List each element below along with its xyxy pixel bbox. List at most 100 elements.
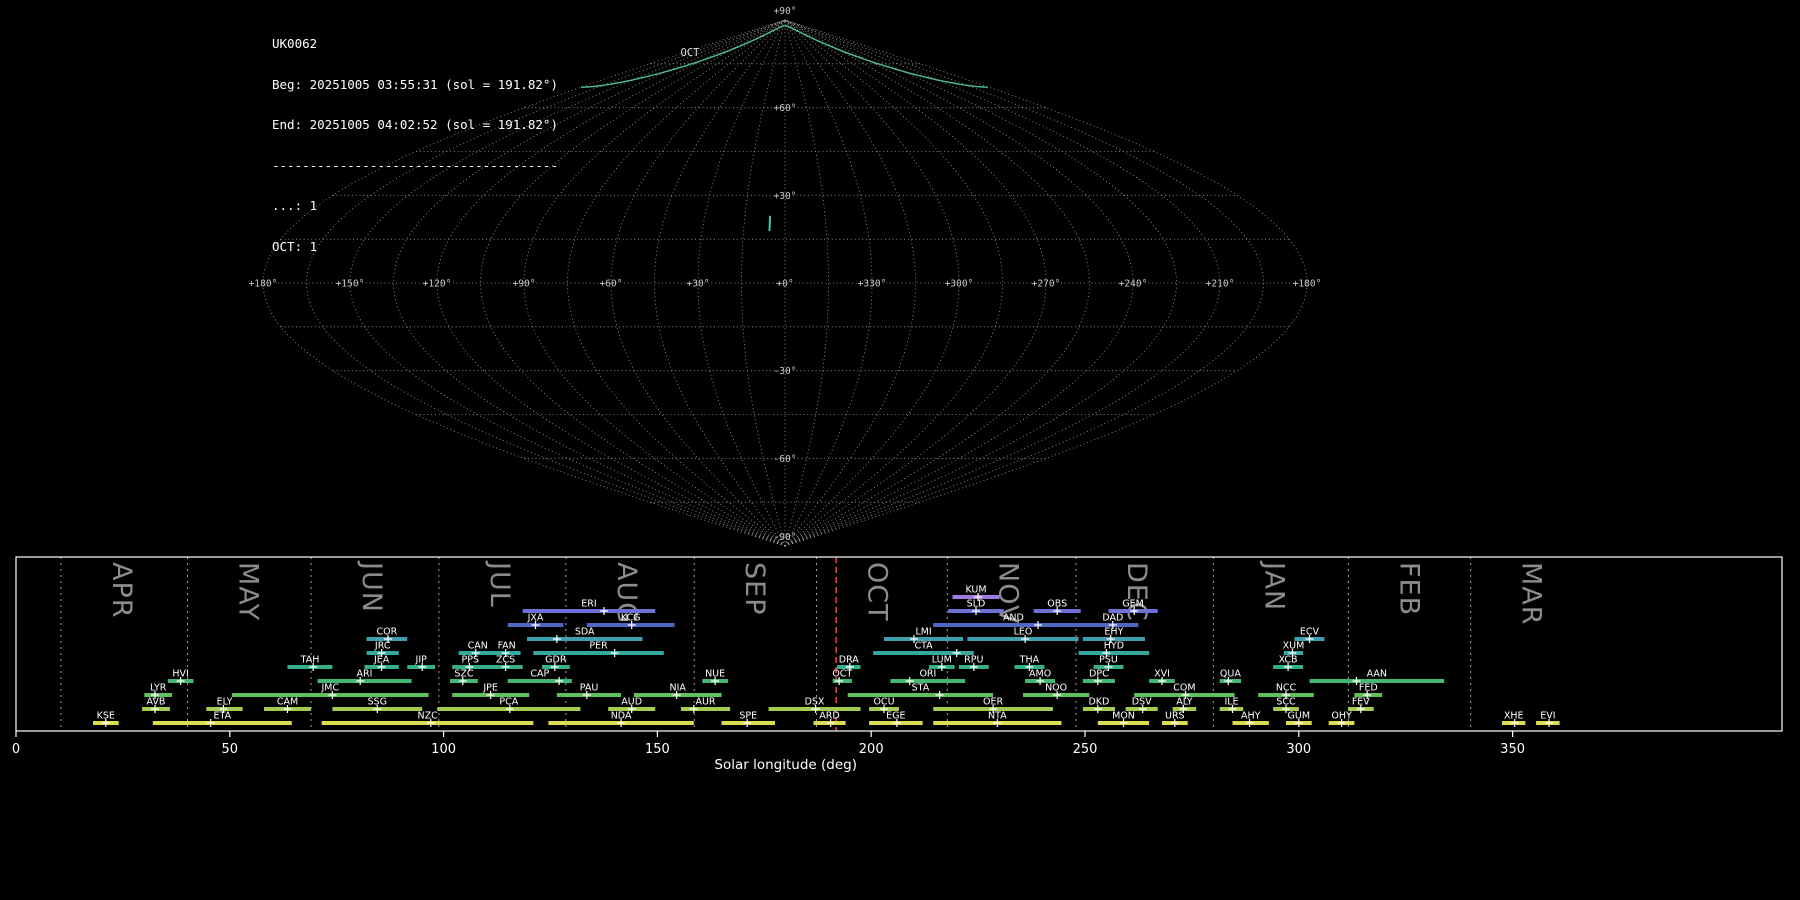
station-id: UK0062: [272, 36, 318, 51]
lat-label: -90°: [774, 532, 797, 543]
shower-bar-SDA: [527, 637, 643, 641]
shower-label-HVI: HVI: [172, 669, 188, 680]
shower-label-SPE: SPE: [739, 711, 757, 722]
shower-label-NOO: NOO: [1045, 683, 1067, 694]
shower-label-XHE: XHE: [1504, 711, 1524, 722]
shower-label-KUM: KUM: [965, 585, 986, 596]
lon-label: +180°: [1293, 279, 1322, 290]
month-label-JAN: JAN: [1258, 560, 1289, 611]
shower-label-HYD: HYD: [1104, 641, 1124, 652]
shower-label-JIP: JIP: [415, 655, 428, 666]
begin-time: Beg: 20251005 03:55:31 (sol = 191.82°): [272, 76, 558, 92]
count-oct: OCT: 1: [272, 238, 318, 254]
lon-label: +210°: [1206, 279, 1235, 290]
shower-label-URS: URS: [1165, 711, 1185, 722]
month-label-JUN: JUN: [356, 560, 387, 613]
shower-label-GDR: GDR: [545, 655, 567, 666]
x-axis-title: Solar longitude (deg): [714, 757, 857, 773]
shower-label-STA: STA: [912, 683, 930, 694]
shower-label-SSG: SSG: [368, 697, 387, 708]
shower-peak-ERI: [600, 607, 608, 615]
shower-label-KCG: KCG: [621, 613, 641, 624]
separator-line: --------------------------------------: [272, 157, 558, 173]
shower-label-ILE: ILE: [1224, 697, 1238, 708]
shower-label-MON: MON: [1112, 711, 1135, 722]
shower-label-KSE: KSE: [97, 711, 115, 722]
shower-peak-STA: [935, 691, 944, 699]
shower-label-NIA: NIA: [669, 683, 686, 694]
shower-peak-SDA: [552, 635, 561, 643]
shower-label-LEO: LEO: [1014, 627, 1033, 638]
x-tick-label: 350: [1500, 742, 1525, 757]
month-label-FEB: FEB: [1393, 562, 1424, 616]
lon-label: +0°: [776, 279, 793, 290]
shower-peak-AND: [1034, 621, 1042, 629]
x-tick-label: 50: [222, 742, 239, 757]
shower-label-OCT: OCT: [832, 669, 852, 680]
shower-label-NCC: NCC: [1276, 683, 1297, 694]
shower-label-OER: OER: [983, 697, 1003, 708]
x-tick-label: 100: [431, 742, 456, 757]
shower-label-JXA: JXA: [527, 613, 544, 624]
shower-label-DKD: DKD: [1088, 697, 1109, 708]
shower-label-DSX: DSX: [805, 697, 825, 708]
shower-peak-PER: [610, 649, 619, 657]
shower-label-CAN: CAN: [468, 641, 488, 652]
shower-label-EHY: EHY: [1104, 627, 1123, 638]
shower-label-SZC: SZC: [454, 669, 474, 680]
shower-label-DSV: DSV: [1132, 697, 1152, 708]
shower-label-LUM: LUM: [932, 655, 952, 666]
meteor-track-mark: [768, 215, 772, 232]
lat-label: +60°: [774, 103, 797, 114]
lon-label: +330°: [858, 279, 887, 290]
end-time: End: 20251005 04:02:52 (sol = 191.82°): [272, 117, 558, 132]
shower-label-ZCS: ZCS: [496, 655, 515, 666]
shower-label-GUM: GUM: [1288, 711, 1311, 722]
lon-label: +60°: [600, 279, 623, 290]
x-tick-label: 200: [859, 742, 884, 757]
shower-label-THA: THA: [1019, 655, 1040, 666]
shower-label-FEV: FEV: [1352, 697, 1370, 708]
shower-label-NDA: NDA: [611, 711, 632, 722]
shower-label-SDA: SDA: [575, 627, 595, 638]
lat-label: -30°: [774, 366, 797, 377]
lon-label: +240°: [1119, 279, 1148, 290]
lat-label: +90°: [774, 6, 797, 17]
shower-label-FAN: FAN: [498, 641, 516, 652]
x-tick-label: 250: [1073, 742, 1098, 757]
month-label-OCT: OCT: [862, 562, 893, 622]
shower-label-NUE: NUE: [705, 669, 725, 680]
x-tick-label: 150: [645, 742, 670, 757]
radiant-plot-canvas: +180° +150° +120° +90° +60° +30° +0° +330° +300°…: [12, 6, 1783, 773]
shower-bar-ETA: [152, 721, 292, 725]
month-label-SEP: SEP: [739, 562, 770, 615]
meridian-line: [784, 19, 1221, 547]
shower-label-PPS: PPS: [462, 655, 480, 666]
lon-label: +300°: [945, 279, 974, 290]
shower-label-AAN: AAN: [1367, 669, 1387, 680]
lon-label: +120°: [423, 279, 452, 290]
month-label-APR: APR: [106, 562, 137, 619]
meridian-line: [784, 19, 916, 547]
shower-label-JEA: JEA: [373, 655, 390, 666]
shower-label-AMO: AMO: [1029, 669, 1051, 680]
shower-label-DPC: DPC: [1089, 669, 1109, 680]
shower-bar-AUR: [680, 707, 731, 711]
shower-label-AUR: AUR: [695, 697, 715, 708]
shower-bar-STA: [847, 693, 994, 697]
lon-label: +150°: [336, 279, 365, 290]
shower-label-COM: COM: [1173, 683, 1195, 694]
shower-label-ECV: ECV: [1300, 627, 1320, 638]
shower-label-EGE: EGE: [886, 711, 905, 722]
shower-label-PCA: PCA: [499, 697, 518, 708]
shower-label-COR: COR: [377, 627, 398, 638]
shower-label-DAD: DAD: [1102, 613, 1123, 624]
shower-peak-CTA: [952, 649, 961, 657]
shower-label-QUA: QUA: [1220, 669, 1241, 680]
lon-label: +270°: [1032, 279, 1061, 290]
shower-label-ARI: ARI: [357, 669, 373, 680]
month-label-JUL: JUL: [484, 560, 515, 608]
lon-label: +180°: [249, 279, 278, 290]
shower-label-GEM: GEM: [1122, 599, 1144, 610]
shower-label-RPU: RPU: [964, 655, 983, 666]
